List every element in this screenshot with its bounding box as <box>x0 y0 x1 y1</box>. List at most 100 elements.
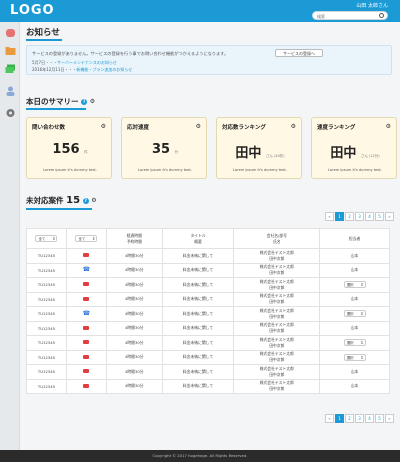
notice-date: 5月7日・・・ <box>32 60 58 65</box>
assignee-select[interactable]: 選択 <box>343 310 366 318</box>
table-row[interactable]: TU12345 ☎ 4時間30分 料金未納に関して 株式会社テスト太郎 田中次郎 山本 <box>26 262 390 278</box>
contact-name: 田中次郎 <box>269 284 285 290</box>
page-1[interactable]: 1 <box>335 212 344 221</box>
assignee-cell: 山本 <box>319 378 390 394</box>
case-title[interactable]: 料金未納に関して <box>161 262 235 278</box>
filter-select-1[interactable]: 全て <box>35 235 58 242</box>
gear-icon[interactable]: ⚙ <box>196 123 201 130</box>
case-id[interactable]: TU12345 <box>26 335 67 351</box>
channel-cell <box>65 291 107 307</box>
column-header[interactable]: タイトル 概要 <box>161 228 235 249</box>
table-row[interactable]: TU12345 4時間30分 料金未納に関して 株式会社テスト太郎 田中次郎 選択 <box>26 335 390 351</box>
case-id[interactable]: TU12345 <box>26 364 67 380</box>
case-title[interactable]: 料金未納に関して <box>161 378 235 394</box>
assignee-select[interactable]: 選択 <box>343 353 366 361</box>
card-value-number: 田中 <box>330 146 357 161</box>
gear-icon[interactable]: ⚙ <box>291 123 296 130</box>
user-icon[interactable] <box>5 86 16 96</box>
case-id[interactable]: TU12345 <box>26 349 67 365</box>
gear-icon[interactable]: ⚙ <box>91 198 97 204</box>
table-row[interactable]: TU12345 4時間30分 料金未納に関して 株式会社テスト太郎 田中次郎 山本 <box>26 248 390 264</box>
card-value-number: 35 <box>151 142 171 157</box>
case-title[interactable]: 料金未納に関して <box>161 335 235 351</box>
case-id[interactable]: TU12345 <box>26 262 67 278</box>
case-id[interactable]: TU12345 <box>26 306 67 322</box>
case-title[interactable]: 料金未納に関して <box>161 277 235 293</box>
page-prev[interactable]: « <box>325 414 334 423</box>
notice-link[interactable]: 新機能・プラン追加のお知らせ <box>76 67 132 72</box>
gear-icon[interactable]: ⚙ <box>101 123 106 130</box>
page-4[interactable]: 4 <box>365 414 374 423</box>
elapsed-time: 4時間30分 <box>105 262 163 278</box>
case-id[interactable]: TU12345 <box>26 378 67 394</box>
elapsed-time: 4時間30分 <box>105 306 163 322</box>
pagination-top: « 1 2 3 4 5 » <box>324 212 394 221</box>
company-cell: 株式会社テスト太郎 田中次郎 <box>233 349 321 365</box>
table-row[interactable]: TU12345 4時間30分 料金未納に関して 株式会社テスト太郎 田中次郎 山本 <box>26 320 390 336</box>
search-box[interactable] <box>312 11 388 20</box>
table-row[interactable]: TU12345 4時間30分 料金未納に関して 株式会社テスト太郎 田中次郎 山本 <box>26 364 390 380</box>
case-title[interactable]: 料金未納に関して <box>161 291 235 307</box>
page-next[interactable]: » <box>385 212 394 221</box>
sidebar <box>0 22 20 462</box>
page-3[interactable]: 3 <box>355 212 364 221</box>
elapsed-time: 4時間30分 <box>105 378 163 394</box>
column-header[interactable]: 会社名/部号 氏名 <box>233 228 321 249</box>
notice-link[interactable]: サーバーメンテナンスのお知らせ <box>57 60 117 65</box>
page-1[interactable]: 1 <box>335 414 344 423</box>
gear-icon[interactable]: ⚙ <box>90 99 96 105</box>
page-5[interactable]: 5 <box>375 414 384 423</box>
company-cell: 株式会社テスト太郎 田中次郎 <box>233 291 321 307</box>
user-name[interactable]: 山田 太郎さん <box>356 2 388 9</box>
case-id[interactable]: TU12345 <box>26 248 67 264</box>
service-register-button[interactable]: サービスの登録へ <box>275 49 323 57</box>
filter-select-2[interactable]: 全て <box>75 235 98 242</box>
case-id[interactable]: TU12345 <box>26 291 67 307</box>
chat-icon[interactable] <box>5 64 16 74</box>
column-header[interactable]: 経過時間 予約時間 <box>105 228 163 249</box>
case-title[interactable]: 料金未納に関して <box>161 306 235 322</box>
page-2[interactable]: 2 <box>345 212 354 221</box>
assignee-cell: 選択 <box>319 277 390 293</box>
notice-text: サービスの登録がありません。サービスの登録を行う事でお問い合わせ機能がつかえるよ… <box>32 51 229 56</box>
search-input[interactable] <box>317 13 377 19</box>
search-icon[interactable] <box>379 13 384 18</box>
help-icon[interactable]: ? <box>81 99 88 105</box>
page-3[interactable]: 3 <box>355 414 364 423</box>
case-id[interactable]: TU12345 <box>26 277 67 293</box>
assignee-cell: 山本 <box>319 291 390 307</box>
folder-icon[interactable] <box>5 46 16 56</box>
help-icon[interactable]: ? <box>82 198 89 204</box>
assignee-cell: 山本 <box>319 262 390 278</box>
case-title[interactable]: 料金未納に関して <box>161 364 235 380</box>
cases-count: 15 <box>66 195 81 206</box>
mail-icon <box>83 354 90 359</box>
home-icon[interactable] <box>5 28 16 38</box>
gear-icon[interactable] <box>5 108 16 118</box>
table-row[interactable]: TU12345 ☎ 4時間30分 料金未納に関して 株式会社テスト太郎 田中次郎 選択 <box>26 306 390 322</box>
case-title[interactable]: 料金未納に関して <box>161 349 235 365</box>
assignee-cell: 山本 <box>319 248 390 264</box>
page-4[interactable]: 4 <box>365 212 374 221</box>
gear-icon[interactable]: ⚙ <box>386 123 391 130</box>
page-next[interactable]: » <box>385 414 394 423</box>
assignee-select[interactable]: 選択 <box>343 281 366 289</box>
page-2[interactable]: 2 <box>345 414 354 423</box>
table-row[interactable]: TU12345 4時間30分 料金未納に関して 株式会社テスト太郎 田中次郎 山本 <box>26 378 390 394</box>
summary-card: 速度ランキング ⚙ 田中 さん (12分) Lorem ipsum it's d… <box>311 117 397 179</box>
page-prev[interactable]: « <box>325 212 334 221</box>
summary-card: 対応数ランキング ⚙ 田中 さん (40件) Lorem ipsum it's … <box>216 117 302 179</box>
table-row[interactable]: TU12345 4時間30分 料金未納に関して 株式会社テスト太郎 田中次郎 選択 <box>26 349 390 365</box>
mail-icon <box>83 296 90 301</box>
card-unit: 分 <box>174 150 179 154</box>
page-5[interactable]: 5 <box>375 212 384 221</box>
case-title[interactable]: 料金未納に関して <box>161 320 235 336</box>
assignee-select[interactable]: 選択 <box>343 339 366 347</box>
table-row[interactable]: TU12345 4時間30分 料金未納に関して 株式会社テスト太郎 田中次郎 山本 <box>26 291 390 307</box>
case-title[interactable]: 料金未納に関して <box>161 248 235 264</box>
logo[interactable]: LOGO <box>10 3 55 18</box>
case-id[interactable]: TU12345 <box>26 320 67 336</box>
column-header[interactable]: 担当者 <box>319 228 390 249</box>
table-row[interactable]: TU12345 4時間30分 料金未納に関して 株式会社テスト太郎 田中次郎 選択 <box>26 277 390 293</box>
footer: Copyright © 2017 hogehoge. All Rights Re… <box>0 450 400 462</box>
